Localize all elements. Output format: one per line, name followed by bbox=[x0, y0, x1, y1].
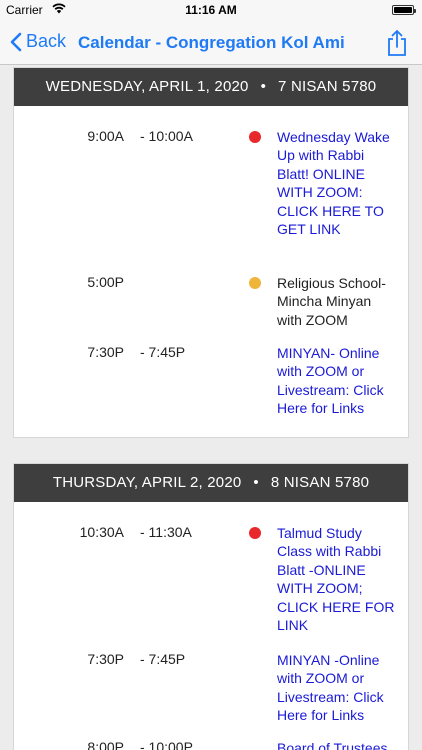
category-dot-icon bbox=[249, 527, 261, 539]
event-start-time: 7:30P bbox=[87, 344, 124, 360]
category-dot-icon bbox=[249, 131, 261, 143]
day-header: THURSDAY, APRIL 2, 2020 • 8 NISAN 5780 bbox=[14, 464, 408, 502]
back-label: Back bbox=[26, 31, 67, 51]
chevron-left-icon bbox=[10, 32, 22, 51]
event-start-time: 5:00P bbox=[87, 274, 124, 290]
calendar-list[interactable]: WEDNESDAY, APRIL 1, 2020 • 7 NISAN 5780 9:… bbox=[0, 66, 422, 750]
event-end-time: - 10:00A bbox=[140, 128, 193, 144]
day-date: WEDNESDAY, APRIL 1, 2020 bbox=[45, 78, 249, 95]
event-title[interactable]: Board of Trustees bbox=[277, 739, 399, 750]
back-button[interactable]: Back bbox=[10, 31, 66, 52]
event-end-time: - 7:45P bbox=[140, 344, 186, 360]
day-card: THURSDAY, APRIL 2, 2020 • 8 NISAN 5780 10:… bbox=[13, 463, 409, 750]
event-start-time: 7:30P bbox=[87, 651, 124, 667]
event-title[interactable]: Wednesday Wake Up with Rabbi Blatt! ONLI… bbox=[277, 128, 399, 238]
event-title[interactable]: Religious School- Mincha Minyan with ZOO… bbox=[277, 274, 399, 329]
share-button[interactable] bbox=[386, 29, 408, 62]
battery-icon bbox=[392, 5, 416, 15]
category-dot-icon bbox=[249, 277, 261, 289]
hebrew-date: 7 NISAN 5780 bbox=[278, 78, 377, 95]
day-card: WEDNESDAY, APRIL 1, 2020 • 7 NISAN 5780 9:… bbox=[13, 67, 409, 438]
day-date: THURSDAY, APRIL 2, 2020 bbox=[52, 474, 242, 491]
event-title[interactable]: Talmud Study Class with Rabbi Blatt -ONL… bbox=[277, 524, 399, 634]
event-end-time: - 7:45P bbox=[140, 651, 186, 667]
share-icon bbox=[388, 30, 406, 56]
event-title[interactable]: MINYAN -Online with ZOOM or Livestream: … bbox=[277, 651, 399, 725]
day-header: WEDNESDAY, APRIL 1, 2020 • 7 NISAN 5780 bbox=[14, 68, 408, 106]
event-title[interactable]: MINYAN- Online with ZOOM or Livestream: … bbox=[277, 344, 399, 418]
event-end-time: - 10:00P bbox=[140, 739, 193, 750]
clock: 11:16 AM bbox=[185, 3, 237, 17]
event-start-time: 10:30A bbox=[79, 524, 124, 540]
event-start-time: 8:00P bbox=[87, 739, 124, 750]
page-title: Calendar - Congregation Kol Ami bbox=[78, 33, 345, 52]
hebrew-date: 8 NISAN 5780 bbox=[270, 474, 370, 491]
event-end-time: - 11:30A bbox=[140, 524, 192, 540]
nav-bar: Back Calendar - Congregation Kol Ami bbox=[0, 20, 422, 65]
status-bar: Carrier 11:16 AM bbox=[0, 0, 422, 20]
event-start-time: 9:00A bbox=[87, 128, 124, 144]
